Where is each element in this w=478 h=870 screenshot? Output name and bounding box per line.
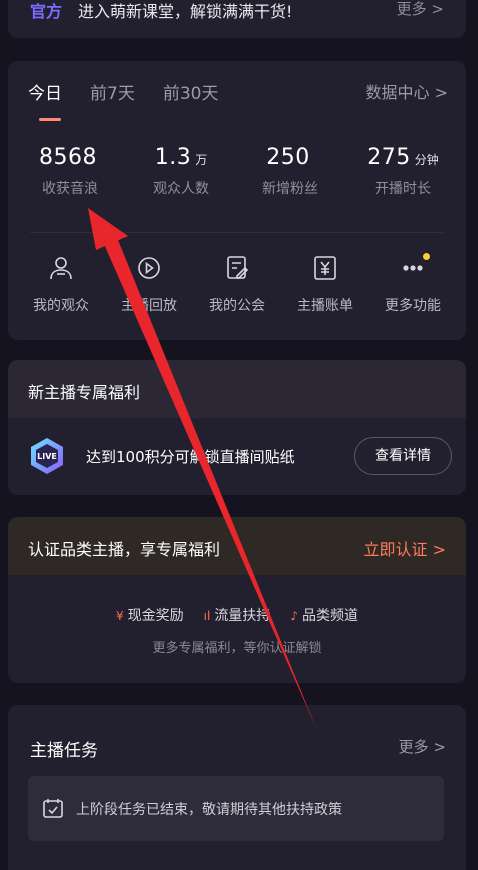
metric-value: 275: [367, 145, 411, 170]
verified-title: 认证品类主播，享专属福利: [28, 540, 221, 559]
tasks-more-link[interactable]: 更多 >: [399, 736, 446, 757]
function-label: 我的观众: [33, 298, 89, 314]
metric-unit: 万: [195, 153, 208, 167]
function-label: 主播回放: [121, 298, 177, 314]
live-badge-icon: LIVE: [31, 438, 63, 474]
tab-today[interactable]: 今日: [28, 79, 62, 104]
new-anchor-title: 新主播专属福利: [28, 383, 141, 402]
verify-now-link[interactable]: 立即认证 >: [364, 536, 447, 560]
function-label: 更多功能: [385, 298, 441, 314]
perk-channel: ♪ 品类频道: [290, 608, 358, 624]
verified-subtext: 更多专属福利，等你认证解锁: [152, 641, 322, 656]
metric-unit: 分钟: [414, 153, 439, 167]
bill-icon: [314, 256, 336, 280]
svg-text:LIVE: LIVE: [37, 452, 57, 461]
more-functions-button[interactable]: 更多功能: [368, 253, 458, 315]
stats-card: 今日 前7天 前30天 数据中心 > 8568 收获音浪 1.3 万 观众人数 2…: [8, 61, 466, 340]
calendar-check-icon: [43, 799, 63, 818]
verified-header: 认证品类主播，享专属福利 立即认证 >: [8, 517, 466, 575]
active-tab-indicator: [39, 118, 61, 121]
replay-button[interactable]: 主播回放: [104, 253, 194, 315]
metric-value: 250: [266, 145, 310, 170]
period-tabs: 今日 前7天 前30天: [28, 79, 246, 104]
course-banner[interactable]: 官方 进入萌新课堂，解锁满满干货! 更多 >: [8, 0, 466, 38]
tasks-title: 主播任务: [30, 741, 98, 761]
metric-label: 收获音浪: [42, 181, 98, 197]
official-tag: 官方: [30, 2, 63, 21]
metric-duration[interactable]: 275 分钟 开播时长: [348, 145, 458, 198]
replay-icon: [138, 257, 160, 279]
music-note-icon: ♪: [290, 609, 298, 623]
metric-value: 8568: [39, 145, 97, 170]
tab-30-days[interactable]: 前30天: [163, 79, 219, 104]
my-guild-button[interactable]: 我的公会: [192, 253, 282, 315]
yen-icon: ¥: [116, 609, 124, 623]
bar-chart-icon: ıl: [203, 609, 211, 623]
new-anchor-header: 新主播专属福利: [8, 360, 466, 418]
metric-label: 新增粉丝: [262, 181, 318, 197]
new-anchor-benefits-card: 新主播专属福利 LIVE 达到100积分可解锁直播间贴纸 查看详情: [8, 360, 466, 495]
banner-more-link[interactable]: 更多 >: [397, 0, 444, 19]
my-audience-button[interactable]: 我的观众: [16, 253, 106, 315]
task-notice-text: 上阶段任务已结束，敬请期待其他扶持政策: [76, 802, 342, 818]
function-label: 我的公会: [209, 298, 265, 314]
divider: [30, 232, 444, 233]
perk-cash: ¥ 现金奖励: [116, 608, 184, 624]
data-center-link[interactable]: 数据中心 >: [366, 79, 449, 103]
anchor-tasks-card: 主播任务 更多 > 上阶段任务已结束，敬请期待其他扶持政策: [8, 705, 466, 870]
metric-label: 开播时长: [375, 181, 431, 197]
benefit-description: 达到100积分可解锁直播间贴纸: [86, 448, 295, 466]
metric-viewers[interactable]: 1.3 万 观众人数: [126, 145, 236, 198]
tab-7-days[interactable]: 前7天: [90, 79, 135, 104]
verified-category-card: 认证品类主播，享专属福利 立即认证 > ¥ 现金奖励 ıl 流量扶持 ♪ 品类频道 更…: [8, 517, 466, 683]
function-label: 主播账单: [297, 298, 353, 314]
metric-value: 1.3: [154, 145, 192, 170]
guild-icon: [227, 256, 249, 279]
metric-income[interactable]: 8568 收获音浪: [15, 145, 125, 198]
metric-label: 观众人数: [153, 181, 209, 197]
bill-button[interactable]: 主播账单: [280, 253, 370, 315]
metric-new-fans[interactable]: 250 新增粉丝: [235, 145, 345, 198]
view-details-button[interactable]: 查看详情: [354, 437, 452, 475]
banner-text: 进入萌新课堂，解锁满满干货!: [78, 2, 293, 21]
perk-traffic: ıl 流量扶持: [203, 608, 271, 624]
audience-icon: [50, 257, 72, 280]
task-notice: 上阶段任务已结束，敬请期待其他扶持政策: [28, 776, 444, 841]
notification-dot: [423, 253, 430, 260]
perk-list: ¥ 现金奖励 ıl 流量扶持 ♪ 品类频道: [8, 605, 466, 625]
